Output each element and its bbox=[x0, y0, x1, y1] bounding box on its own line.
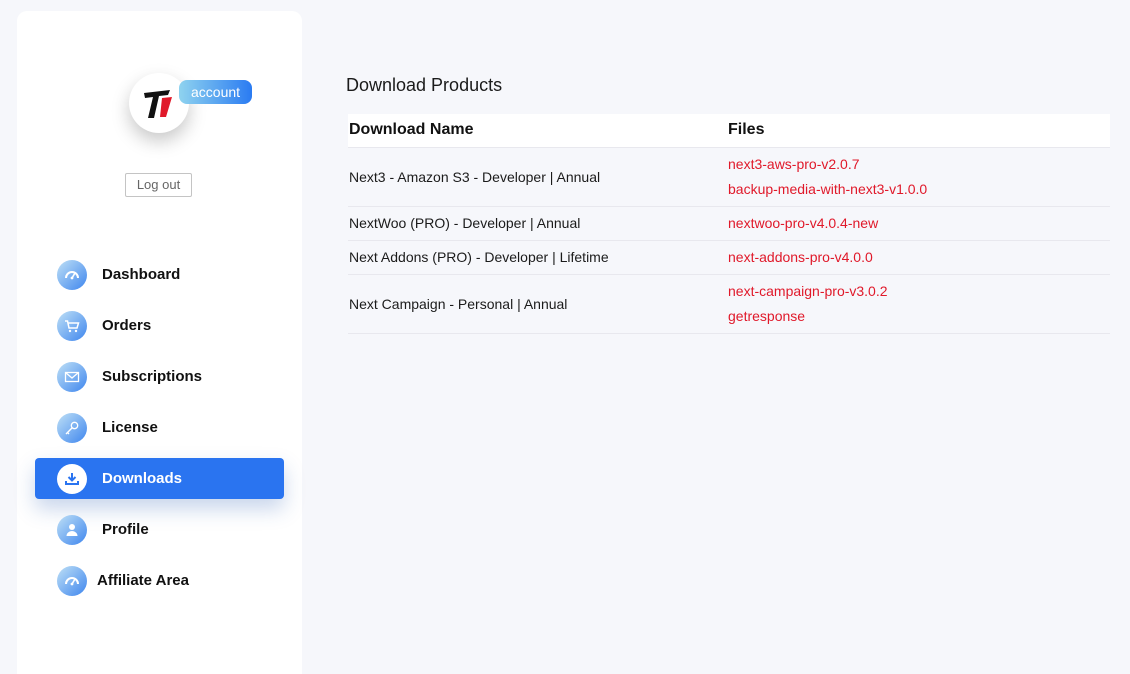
table-row: Next Campaign - Personal | Annual next-c… bbox=[348, 274, 1110, 334]
download-name: NextWoo (PRO) - Developer | Annual bbox=[348, 206, 728, 241]
files-cell: nextwoo-pro-v4.0.4-new bbox=[728, 206, 1110, 241]
sidebar-item-label: Subscriptions bbox=[102, 368, 203, 385]
column-header-download-name: Download Name bbox=[348, 114, 728, 148]
table-row: NextWoo (PRO) - Developer | Annual nextw… bbox=[348, 206, 1110, 241]
files-cell: next-addons-pro-v4.0.0 bbox=[728, 240, 1110, 275]
download-name: Next Campaign - Personal | Annual bbox=[348, 274, 728, 334]
sidebar-item-label: Dashboard bbox=[102, 266, 181, 283]
user-icon bbox=[57, 515, 87, 545]
dashboard-icon bbox=[57, 566, 87, 596]
table-row: Next Addons (PRO) - Developer | Lifetime… bbox=[348, 240, 1110, 275]
file-link[interactable]: nextwoo-pro-v4.0.4-new bbox=[728, 211, 1110, 236]
sidebar-item-label: Profile bbox=[102, 521, 149, 538]
file-link[interactable]: next-campaign-pro-v3.0.2 bbox=[728, 279, 1110, 304]
sidebar-item-dashboard[interactable]: Dashboard bbox=[35, 254, 284, 295]
column-header-files: Files bbox=[728, 114, 1110, 148]
files-cell: next3-aws-pro-v2.0.7 backup-media-with-n… bbox=[728, 147, 1110, 207]
sidebar-item-subscriptions[interactable]: Subscriptions bbox=[35, 356, 284, 397]
logout-button[interactable]: Log out bbox=[125, 173, 192, 197]
download-name: Next3 - Amazon S3 - Developer | Annual bbox=[348, 147, 728, 207]
sidebar-item-downloads[interactable]: Downloads bbox=[35, 458, 284, 499]
file-link[interactable]: backup-media-with-next3-v1.0.0 bbox=[728, 177, 1110, 202]
file-link[interactable]: getresponse bbox=[728, 304, 1110, 329]
sidebar-item-license[interactable]: License bbox=[35, 407, 284, 448]
downloads-table: Download Name Files Next3 - Amazon S3 - … bbox=[348, 114, 1110, 334]
sidebar: account Log out Dashboard Orders Subscri… bbox=[17, 11, 302, 674]
cart-icon bbox=[57, 311, 87, 341]
sidebar-item-label: License bbox=[102, 419, 158, 436]
sidebar-item-label: Orders bbox=[102, 317, 152, 334]
page-title: Download Products bbox=[346, 75, 503, 95]
key-icon bbox=[57, 413, 87, 443]
sidebar-item-profile[interactable]: Profile bbox=[35, 509, 284, 550]
files-cell: next-campaign-pro-v3.0.2 getresponse bbox=[728, 274, 1110, 334]
sidebar-nav: Dashboard Orders Subscriptions License D… bbox=[35, 254, 284, 611]
table-row: Next3 - Amazon S3 - Developer | Annual n… bbox=[348, 147, 1110, 207]
file-link[interactable]: next-addons-pro-v4.0.0 bbox=[728, 245, 1110, 270]
sidebar-item-orders[interactable]: Orders bbox=[35, 305, 284, 346]
sidebar-item-label: Downloads bbox=[102, 470, 183, 487]
page: account Log out Dashboard Orders Subscri… bbox=[0, 0, 1130, 674]
table-header-row: Download Name Files bbox=[348, 114, 1110, 148]
download-name: Next Addons (PRO) - Developer | Lifetime bbox=[348, 240, 728, 275]
dashboard-icon bbox=[57, 260, 87, 290]
sidebar-item-affiliate-area[interactable]: Affiliate Area bbox=[35, 560, 284, 601]
brand-logo-icon bbox=[144, 90, 172, 118]
sidebar-item-label: Affiliate Area bbox=[97, 572, 189, 589]
file-link[interactable]: next3-aws-pro-v2.0.7 bbox=[728, 152, 1110, 177]
mail-icon bbox=[57, 362, 87, 392]
account-badge[interactable]: account bbox=[179, 80, 253, 104]
download-icon bbox=[57, 464, 87, 494]
